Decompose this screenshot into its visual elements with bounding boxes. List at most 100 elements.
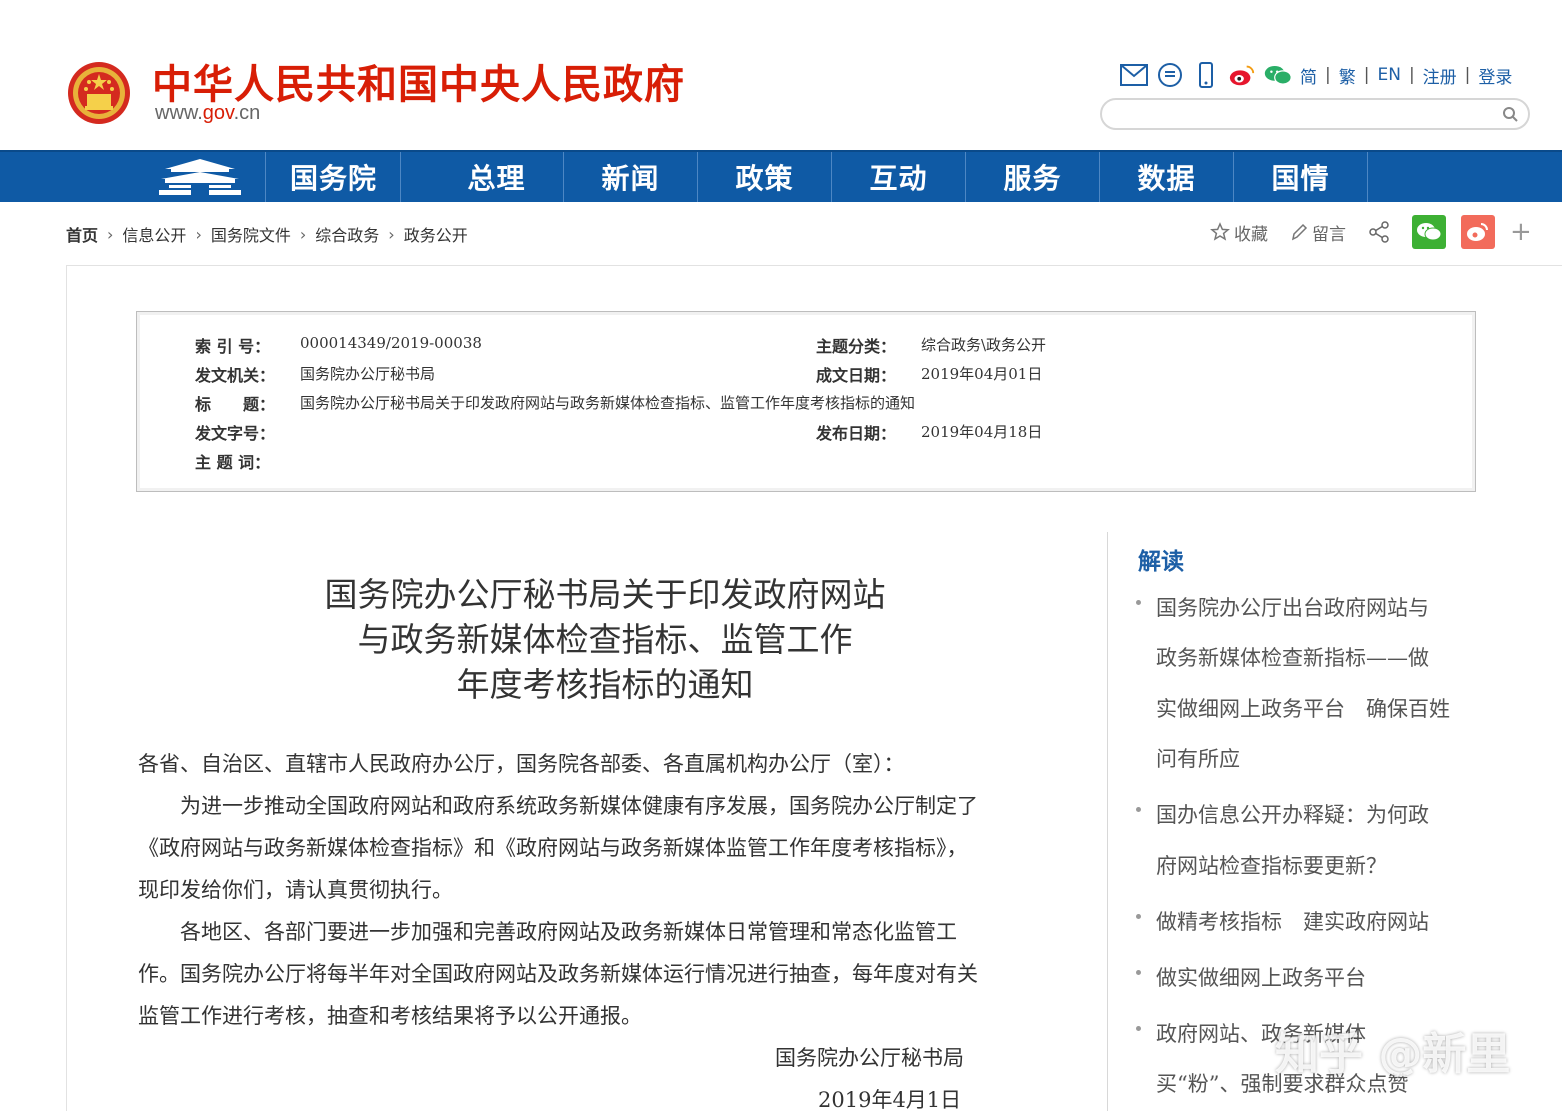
main-nav: 国务院 总理 新闻 政策 互动 服务 数据 国情 [0, 150, 1562, 202]
share-icon [1369, 221, 1389, 243]
favorite-label: 收藏 [1234, 224, 1268, 245]
article-title-line: 与政务新媒体检查指标、监管工作 [357, 620, 853, 659]
separator: | [1363, 65, 1370, 85]
meta-issuer-value: 国务院办公厅秘书局 [300, 365, 436, 383]
sidebar-link-line[interactable]: 国务院办公厅出台政府网站与 [1156, 592, 1429, 622]
site-url-accent: gov [202, 102, 234, 124]
article-paragraph-line: 作。国务院办公厅将每半年对全国政府网站及政务新媒体运行情况进行抽查，每年度对有关 [138, 962, 978, 986]
lang-simplified-link[interactable]: 简 [1300, 63, 1317, 88]
tiananmen-icon [158, 159, 241, 195]
wechat-icon[interactable] [1264, 61, 1292, 89]
message-icon[interactable] [1156, 61, 1184, 89]
share-toolbar: 收藏 留言 + [1210, 215, 1532, 249]
article-paragraph-line: 《政府网站与政务新媒体检查指标》和《政府网站与政务新媒体监管工作年度考核指标》， [138, 836, 968, 860]
share-weibo-button[interactable] [1461, 215, 1495, 249]
nav-item-data[interactable]: 数据 [1100, 152, 1234, 202]
meta-index-label: 索 引 号： [195, 337, 271, 356]
share-wechat-button[interactable] [1412, 215, 1446, 249]
wechat-icon [1417, 223, 1442, 241]
meta-published-date-value: 2019年04月18日 [921, 423, 1043, 441]
separator: | [1408, 65, 1415, 85]
bullet-icon [1136, 1026, 1141, 1031]
article-salutation: 各省、自治区、直辖市人民政府办公厅，国务院各部委、各直属机构办公厅（室）： [138, 752, 905, 776]
site-header: 中华人民共和国中央人民政府 www.gov.cn 简 | 繁 | EN | 注册… [0, 0, 1562, 150]
favorite-button[interactable]: 收藏 [1210, 220, 1268, 245]
article-paragraph-line: 监管工作进行考核，抽查和考核结果将予以公开通报。 [138, 1004, 642, 1028]
nav-item-interaction[interactable]: 互动 [832, 152, 966, 202]
breadcrumb-home[interactable]: 首页 [66, 222, 98, 246]
more-share-icon[interactable]: + [1510, 219, 1532, 245]
bullet-icon [1136, 914, 1141, 919]
meta-written-date-value: 2019年04月01日 [921, 365, 1043, 383]
sidebar-link-line[interactable]: 府网站检查指标要更新？ [1156, 850, 1387, 880]
article-paragraph-line: 现印发给你们，请认真贯彻执行。 [138, 878, 453, 902]
nav-item-policy[interactable]: 政策 [698, 152, 832, 202]
sidebar-link-line[interactable]: 做精考核指标 建实政府网站 [1156, 906, 1429, 936]
sidebar-link-line[interactable]: 国办信息公开办释疑：为何政 [1156, 799, 1429, 829]
search-box [1100, 98, 1530, 130]
sidebar-link-line[interactable]: 做实做细网上政务平台 [1156, 962, 1366, 992]
site-url[interactable]: www.gov.cn [155, 102, 260, 125]
register-link[interactable]: 注册 [1423, 63, 1457, 88]
meta-topic-label: 主题分类： [816, 337, 897, 356]
pencil-icon [1291, 223, 1308, 241]
lang-english-link[interactable]: EN [1377, 65, 1400, 85]
top-links: 简 | 繁 | EN | 注册 | 登录 [1120, 60, 1512, 90]
meta-written-date-label: 成文日期： [816, 366, 897, 385]
sidebar-link-line[interactable]: 政务新媒体检查新指标——做 [1156, 642, 1429, 672]
breadcrumb-state-council-docs[interactable]: 国务院文件 [211, 222, 291, 246]
nav-item-premier[interactable]: 总理 [430, 152, 564, 202]
breadcrumb-open-government[interactable]: 政务公开 [404, 222, 468, 246]
breadcrumb: 首页 › 信息公开 › 国务院文件 › 综合政务 › 政务公开 [66, 222, 468, 246]
meta-title-label: 标 题： [195, 395, 276, 414]
national-emblem-icon[interactable] [66, 60, 132, 126]
sidebar-heading: 解读 [1138, 549, 1184, 575]
meta-index-value: 000014349/2019-00038 [300, 334, 482, 352]
article-title: 国务院办公厅秘书局关于印发政府网站 与政务新媒体检查指标、监管工作 年度考核指标… [280, 572, 930, 707]
chevron-right-icon: › [299, 224, 307, 244]
weibo-icon [1467, 223, 1488, 241]
nav-item-news[interactable]: 新闻 [564, 152, 698, 202]
meta-issuer-label: 发文机关： [195, 366, 276, 385]
mobile-icon[interactable] [1192, 61, 1220, 89]
meta-docno-label: 发文字号： [195, 424, 276, 443]
article-signature: 国务院办公厅秘书局 [775, 1046, 964, 1070]
breadcrumb-general-affairs[interactable]: 综合政务 [315, 222, 379, 246]
meta-keywords-label: 主 题 词： [195, 453, 271, 472]
zhihu-watermark: 知乎 @新里 [1275, 1029, 1511, 1080]
meta-title-value: 国务院办公厅秘书局关于印发政府网站与政务新媒体检查指标、监管工作年度考核指标的通… [300, 394, 916, 412]
comment-label: 留言 [1312, 224, 1346, 245]
sidebar-link-line[interactable]: 问有所应 [1156, 743, 1240, 773]
site-url-prefix: www. [155, 102, 203, 124]
article-date: 2019年4月1日 [818, 1088, 962, 1111]
article-title-line: 国务院办公厅秘书局关于印发政府网站 [324, 575, 886, 614]
comment-button[interactable]: 留言 [1290, 220, 1346, 245]
share-button[interactable] [1368, 221, 1390, 243]
article-paragraph-line: 为进一步推动全国政府网站和政府系统政务新媒体健康有序发展，国务院办公厅制定了 [138, 794, 978, 818]
chevron-right-icon: › [107, 224, 114, 244]
nav-item-services[interactable]: 服务 [966, 152, 1100, 202]
nav-item-state-council[interactable]: 国务院 [267, 152, 401, 202]
search-input[interactable] [1116, 100, 1496, 126]
breadcrumb-info-disclosure[interactable]: 信息公开 [122, 222, 186, 246]
separator: | [1325, 65, 1331, 85]
bullet-icon [1136, 807, 1141, 812]
star-icon [1210, 222, 1230, 241]
weibo-icon[interactable] [1228, 61, 1256, 89]
separator: | [1464, 65, 1471, 85]
lang-traditional-link[interactable]: 繁 [1339, 63, 1356, 88]
nav-home[interactable] [134, 152, 266, 202]
login-link[interactable]: 登录 [1478, 63, 1512, 88]
article-title-line: 年度考核指标的通知 [456, 665, 754, 704]
mail-icon[interactable] [1120, 61, 1148, 89]
sidebar-link-line[interactable]: 实做细网上政务平台 确保百姓 [1156, 693, 1450, 723]
meta-topic-value: 综合政务\政务公开 [921, 336, 1047, 354]
bullet-icon [1136, 600, 1141, 605]
search-icon[interactable] [1500, 104, 1520, 124]
nav-item-national-info[interactable]: 国情 [1234, 152, 1368, 202]
chevron-right-icon: › [388, 224, 395, 244]
chevron-right-icon: › [195, 224, 202, 244]
article-paragraph-line: 各地区、各部门要进一步加强和完善政府网站及政务新媒体日常管理和常态化监管工 [138, 920, 957, 944]
meta-published-date-label: 发布日期： [816, 424, 897, 443]
site-url-suffix: .cn [233, 102, 261, 124]
